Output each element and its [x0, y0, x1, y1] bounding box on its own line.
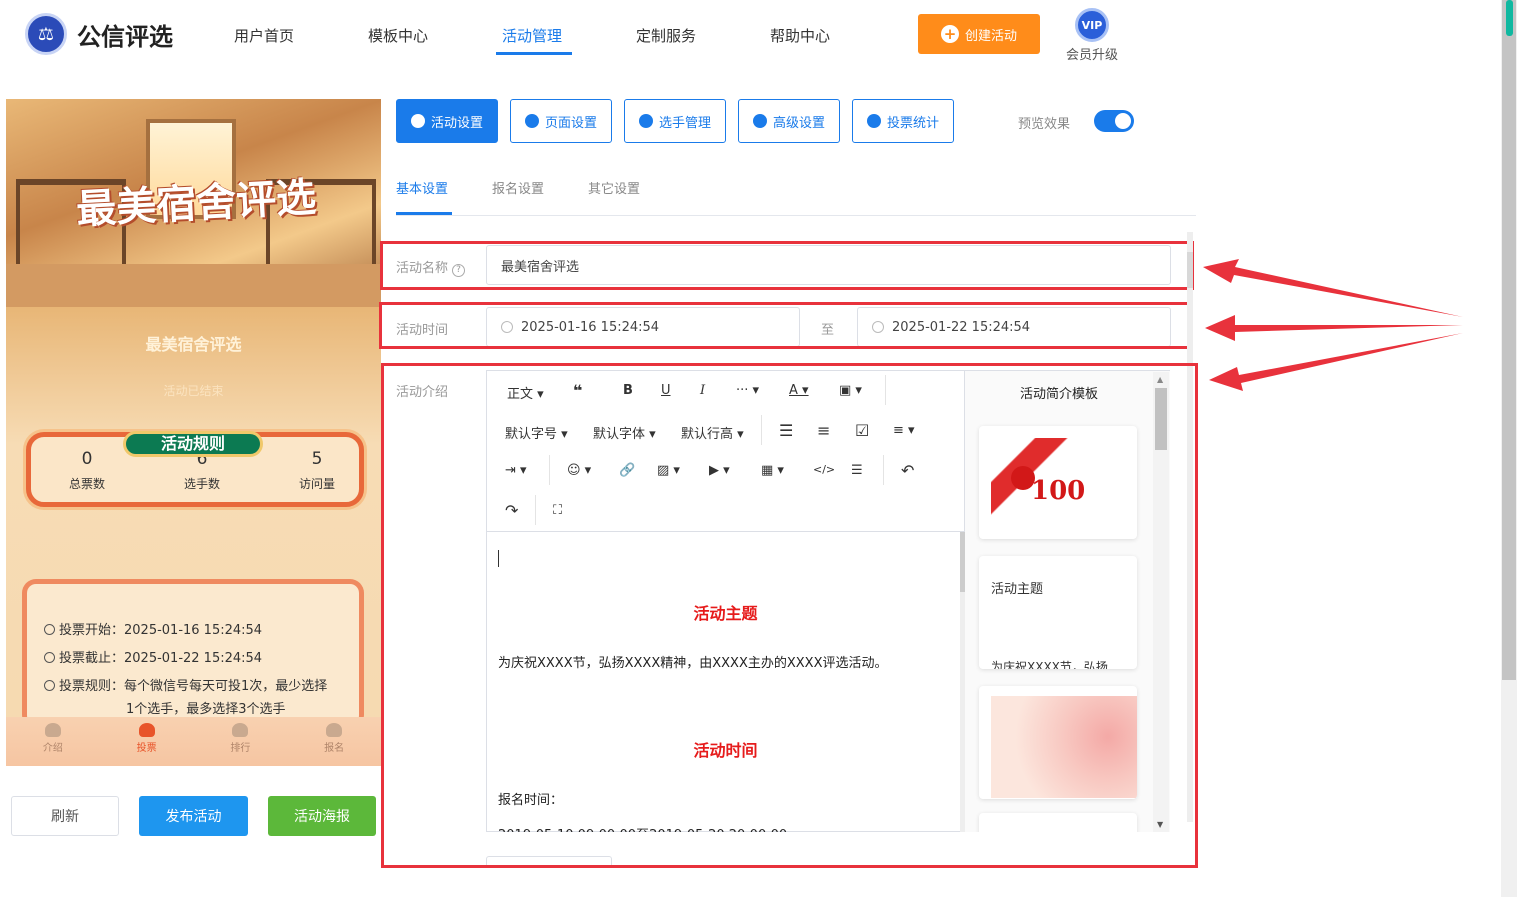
page-scrollbar-thumb[interactable]: [1502, 0, 1516, 680]
preview-tabbar: 介绍 投票 排行 报名: [6, 717, 381, 766]
rank-icon: [232, 723, 249, 737]
preview-banner-image: 最美宿舍评选: [6, 99, 381, 307]
nav-active-indicator: [496, 52, 572, 55]
banner-floor: [6, 264, 381, 307]
stat-label: 访问量: [298, 477, 335, 491]
stat-value: 5: [311, 449, 323, 469]
clock-icon: [44, 624, 55, 635]
button-label: 投票统计: [886, 115, 939, 131]
nav-activity-management[interactable]: 活动管理: [502, 25, 562, 46]
arrow-3: [1209, 333, 1463, 391]
publish-activity-button[interactable]: 发布活动: [139, 796, 248, 836]
stat-total-votes: 0 总票数: [37, 449, 137, 492]
star-icon: [410, 114, 425, 128]
stat-visits: 5 访问量: [267, 449, 367, 492]
scroll-indicator: [1506, 0, 1513, 36]
tab-label: 排行: [230, 743, 251, 754]
refresh-button[interactable]: 刷新: [11, 796, 119, 836]
info-icon: [44, 680, 55, 691]
tab-label: 介绍: [42, 743, 63, 754]
toggle-knob: [1115, 113, 1131, 129]
tab-label: 报名: [324, 743, 345, 754]
preview-title: 最美宿舍评选: [145, 335, 242, 354]
tab-signup-settings[interactable]: 报名设置: [492, 178, 544, 197]
preview-tab-vote[interactable]: 投票: [100, 717, 194, 766]
button-label: 页面设置: [544, 115, 597, 131]
button-label: 选手管理: [658, 115, 711, 131]
gear-icon: [524, 114, 539, 128]
rule-vote-rule: 投票规则：每个微信号每天可投1次，最少选择: [44, 675, 327, 694]
rule-text: 投票截止：2025-01-22 15:24:54: [59, 651, 263, 666]
activity-settings-button[interactable]: 活动设置: [396, 99, 498, 143]
button-label: 高级设置: [772, 115, 825, 131]
button-label: 活动设置: [430, 115, 483, 131]
subtab-active-indicator: [396, 212, 452, 215]
vote-stats-button[interactable]: 投票统计: [852, 99, 954, 143]
tab-basic-settings[interactable]: 基本设置: [396, 178, 448, 197]
preview-status: 活动已结束: [163, 384, 224, 398]
highlight-box-name: [380, 241, 1194, 290]
preview-tab-rank[interactable]: 排行: [194, 717, 288, 766]
mobile-preview: 最美宿舍评选 最美宿舍评选 活动已结束 0 总票数 6 选手数 5 访问量 活动…: [6, 99, 381, 766]
rule-vote-rule-cont: 1个选手，最多选择3个选手: [126, 702, 286, 717]
rule-vote-end: 投票截止：2025-01-22 15:24:54: [44, 647, 262, 666]
top-navbar: ⚖ 公信评选 用户首页 模板中心 活动管理 定制服务 帮助中心 + 创建活动 V…: [0, 0, 1500, 72]
arrow-1: [1203, 259, 1463, 317]
highlight-box-time: [379, 302, 1193, 349]
nav-help-center[interactable]: 帮助中心: [770, 25, 830, 46]
stat-label: 总票数: [68, 477, 105, 491]
nav-user-home[interactable]: 用户首页: [234, 25, 294, 46]
bar-chart-icon: [866, 114, 881, 128]
advanced-settings-button[interactable]: 高级设置: [738, 99, 840, 143]
preview-tab-signup[interactable]: 报名: [287, 717, 381, 766]
preview-toggle[interactable]: [1094, 110, 1134, 132]
stat-label: 选手数: [183, 477, 220, 491]
intro-icon: [44, 723, 61, 737]
stat-value: 0: [81, 449, 93, 469]
preview-tab-intro[interactable]: 介绍: [6, 717, 100, 766]
clock-icon: [44, 652, 55, 663]
rule-text: 投票开始：2025-01-16 15:24:54: [59, 623, 263, 638]
page-settings-button[interactable]: 页面设置: [510, 99, 612, 143]
rule-text: 投票规则：每个微信号每天可投1次，最少选择: [59, 679, 328, 694]
form-scrollbar-thumb[interactable]: [1187, 252, 1193, 288]
vote-icon: [138, 723, 155, 737]
vip-icon[interactable]: VIP: [1075, 8, 1109, 42]
activity-poster-button[interactable]: 活动海报: [268, 796, 376, 836]
signup-icon: [326, 723, 343, 737]
logo-icon: ⚖: [25, 13, 67, 55]
users-icon: [638, 114, 653, 128]
nav-custom-service[interactable]: 定制服务: [636, 25, 696, 46]
arrow-2: [1205, 315, 1463, 341]
page-scrollbar[interactable]: [1501, 0, 1517, 897]
create-activity-button[interactable]: + 创建活动: [918, 14, 1040, 54]
preview-toggle-label: 预览效果: [1018, 117, 1071, 132]
nav-template-center[interactable]: 模板中心: [368, 25, 428, 46]
rules-tag: 活动规则: [123, 431, 263, 457]
logo-text: 公信评选: [77, 23, 173, 51]
sliders-icon: [752, 114, 767, 128]
tab-label: 投票: [136, 743, 157, 754]
rule-vote-start: 投票开始：2025-01-16 15:24:54: [44, 619, 262, 638]
tab-other-settings[interactable]: 其它设置: [588, 178, 640, 197]
annotation-arrows: [1203, 259, 1463, 391]
create-activity-label: 创建活动: [964, 28, 1017, 44]
vip-upgrade-link[interactable]: 会员升级: [1066, 44, 1118, 63]
subtab-divider: [396, 215, 1196, 216]
contestant-management-button[interactable]: 选手管理: [624, 99, 726, 143]
plus-icon: +: [940, 25, 959, 43]
highlight-box-intro: [381, 363, 1198, 868]
